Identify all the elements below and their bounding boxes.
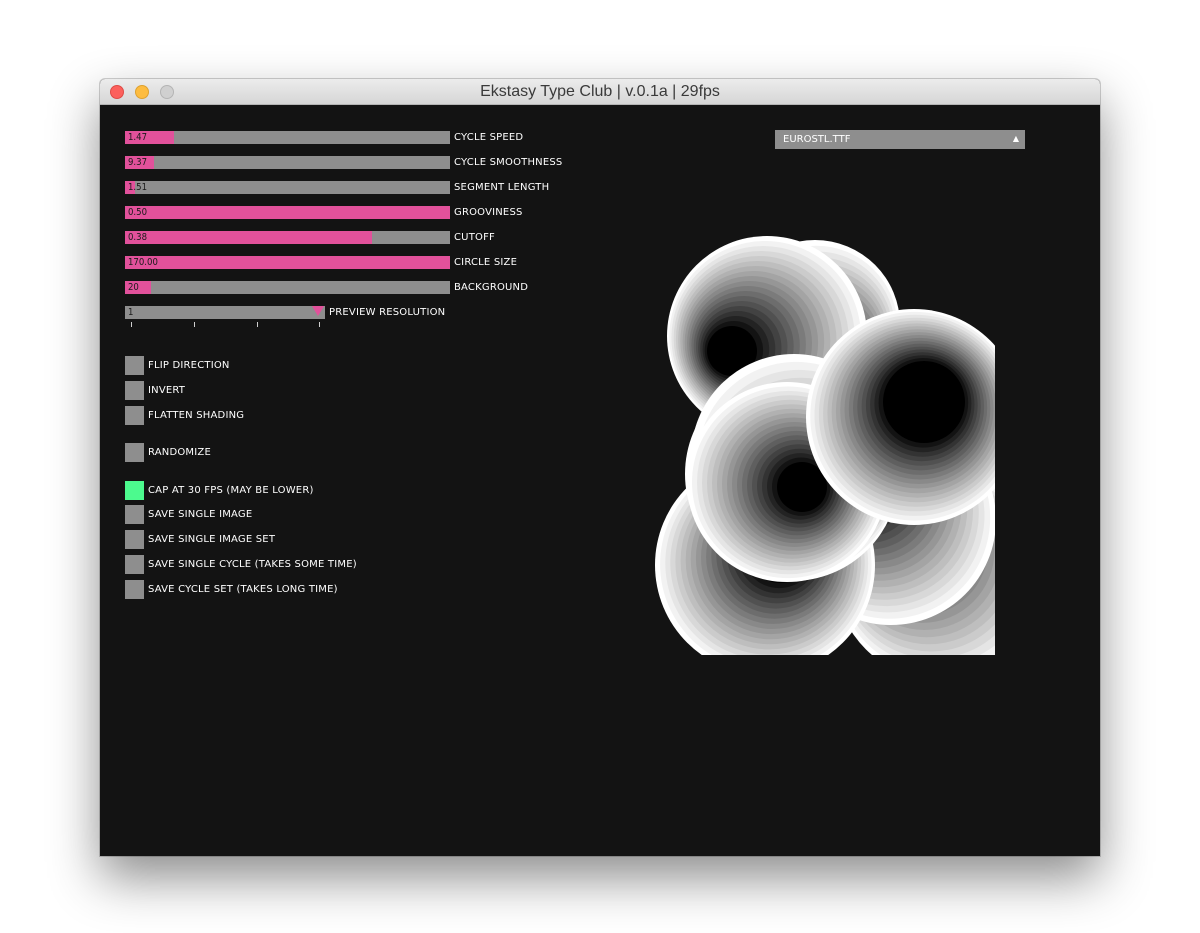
- circle-size-value: 170.00: [128, 257, 158, 268]
- cycle-smoothness-label: CYCLE SMOOTHNESS: [454, 157, 563, 168]
- save-single-image-label: SAVE SINGLE IMAGE: [148, 509, 253, 520]
- cutoff-fill: [125, 231, 372, 244]
- save-single-cycle-button[interactable]: [125, 555, 144, 574]
- app-canvas: 1.47 CYCLE SPEED 9.37 CYCLE SMOOTHNESS 1…: [100, 105, 1100, 856]
- triangle-up-icon: ▲: [1012, 134, 1019, 143]
- circle-size-fill: [125, 256, 450, 269]
- randomize-label: RANDOMIZE: [148, 447, 211, 458]
- preview-resolution-value: 1: [128, 307, 134, 318]
- preview-resolution-handle-icon[interactable]: [312, 306, 324, 316]
- grooviness-value: 0.50: [128, 207, 148, 218]
- grooviness-label: GROOVINESS: [454, 207, 523, 218]
- cutoff-value: 0.38: [128, 232, 148, 243]
- resolution-tick: [319, 322, 320, 327]
- font-select-value: EUROSTL.TTF: [783, 134, 851, 145]
- cycle-speed-value: 1.47: [128, 132, 148, 143]
- flip-direction-toggle[interactable]: [125, 356, 144, 375]
- preview-resolution-track[interactable]: 1: [125, 306, 325, 319]
- resolution-tick: [257, 322, 258, 327]
- grooviness-fill: [125, 206, 450, 219]
- circle-size-track[interactable]: 170.00: [125, 256, 450, 269]
- segment-length-label: SEGMENT LENGTH: [454, 182, 550, 193]
- save-cycle-set-button[interactable]: [125, 580, 144, 599]
- background-value: 20: [128, 282, 139, 293]
- flatten-shading-label: FLATTEN SHADING: [148, 410, 245, 421]
- background-track[interactable]: 20: [125, 281, 450, 294]
- circle-size-label: CIRCLE SIZE: [454, 257, 518, 268]
- save-single-image-set-button[interactable]: [125, 530, 144, 549]
- cutoff-track[interactable]: 0.38: [125, 231, 450, 244]
- save-single-cycle-label: SAVE SINGLE CYCLE (TAKES SOME TIME): [148, 559, 357, 570]
- resolution-tick: [131, 322, 132, 327]
- cap-30fps-label: CAP AT 30 FPS (MAY BE LOWER): [148, 485, 314, 496]
- flatten-shading-toggle[interactable]: [125, 406, 144, 425]
- font-select-dropdown[interactable]: EUROSTL.TTF ▲: [775, 130, 1025, 149]
- cycle-smoothness-value: 9.37: [128, 157, 148, 168]
- segment-length-track[interactable]: 1.51: [125, 181, 450, 194]
- flip-direction-label: FLIP DIRECTION: [148, 360, 230, 371]
- background-label: BACKGROUND: [454, 282, 529, 293]
- cutoff-label: CUTOFF: [454, 232, 495, 243]
- cycle-speed-track[interactable]: 1.47: [125, 131, 450, 144]
- save-single-image-button[interactable]: [125, 505, 144, 524]
- preview-resolution-label: PREVIEW RESOLUTION: [329, 307, 446, 318]
- window-title: Ekstasy Type Club | v.0.1a | 29fps: [480, 83, 720, 100]
- circles-artwork-canvas: [655, 236, 995, 655]
- cap-30fps-toggle[interactable]: [125, 481, 144, 500]
- invert-toggle[interactable]: [125, 381, 144, 400]
- segment-length-value: 1.51: [128, 182, 148, 193]
- save-single-image-set-label: SAVE SINGLE IMAGE SET: [148, 534, 276, 545]
- resolution-tick: [194, 322, 195, 327]
- save-cycle-set-label: SAVE CYCLE SET (TAKES LONG TIME): [148, 584, 338, 595]
- randomize-button[interactable]: [125, 443, 144, 462]
- cycle-smoothness-track[interactable]: 9.37: [125, 156, 450, 169]
- title-bar: Ekstasy Type Club | v.0.1a | 29fps: [100, 79, 1100, 105]
- cycle-speed-label: CYCLE SPEED: [454, 132, 524, 143]
- invert-label: INVERT: [148, 385, 186, 396]
- app-window: Ekstasy Type Club | v.0.1a | 29fps 1.47 …: [100, 79, 1100, 856]
- grooviness-track[interactable]: 0.50: [125, 206, 450, 219]
